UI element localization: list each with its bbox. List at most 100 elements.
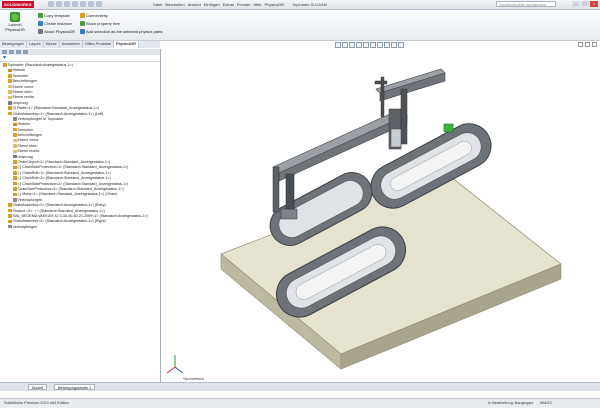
save-icon[interactable]	[64, 1, 70, 7]
tree-item-label: Sensoren	[17, 127, 34, 132]
property-manager-tab-icon[interactable]	[9, 50, 14, 54]
zoom-area-icon[interactable]	[342, 42, 348, 48]
tab[interactable]: Office-Produkte	[83, 41, 115, 48]
display-manager-tab-icon[interactable]	[23, 50, 28, 54]
tab[interactable]: Skizze	[44, 41, 60, 48]
undo-icon[interactable]	[80, 1, 86, 7]
command-label: Copy template	[44, 13, 70, 18]
ribbon-command-button[interactable]: Create instance	[38, 21, 72, 26]
tree-node-icon	[8, 203, 12, 207]
tree-item-label: Sensoren	[12, 73, 29, 78]
appearance-icon[interactable]	[384, 42, 390, 48]
tree-item[interactable]: Verknüpfungen	[0, 225, 160, 230]
configuration-tab-icon[interactable]	[16, 50, 21, 54]
doc-close-icon[interactable]	[592, 42, 597, 47]
hide-show-icon[interactable]	[377, 42, 383, 48]
tab[interactable]: Layout	[27, 41, 44, 48]
document-tab[interactable]: Bewegungsstudie 1	[54, 384, 96, 390]
tree-item-label: Ebene vorne	[17, 138, 39, 143]
command-label: Add selection as the selected physics pa…	[86, 29, 163, 34]
tree-node-icon	[8, 101, 12, 105]
menu-item[interactable]: Einfügen	[204, 1, 220, 8]
feature-tree-tab-icon[interactable]	[2, 50, 7, 54]
cad-model-view[interactable]	[161, 49, 600, 382]
command-label: About PhysicsDR	[44, 29, 76, 34]
menu-item[interactable]: Ansicht	[188, 1, 201, 8]
tree-item-label: Ursprung	[17, 154, 33, 159]
command-label: Create instance	[44, 21, 73, 26]
tree-item-label: ChainAssembly<1> (Standard<Anzeigestatus…	[12, 111, 104, 116]
command-icon	[80, 21, 85, 26]
graphics-viewport[interactable]: *Isometrisch	[161, 49, 600, 382]
print-icon[interactable]	[72, 1, 78, 7]
tab[interactable]: Auswerten	[60, 41, 83, 48]
tree-node-icon	[8, 111, 12, 116]
unit-system[interactable]: MMGS	[540, 400, 552, 407]
tree-item-label: Ebene oben	[12, 89, 33, 94]
tree-filter[interactable]: ▼	[0, 55, 160, 62]
section-view-icon[interactable]	[356, 42, 362, 48]
menu-item[interactable]: Fenster	[237, 1, 251, 8]
menu-item[interactable]: Bearbeiten	[165, 1, 184, 8]
document-tab[interactable]: Modell	[28, 384, 48, 390]
minimize-icon[interactable]: –	[572, 1, 580, 7]
command-icon	[38, 13, 43, 18]
ribbon-command-button[interactable]: About PhysicsDR	[38, 29, 75, 34]
tree-item-label: Ebene vorne	[12, 84, 34, 89]
command-icon	[80, 13, 85, 18]
tree-node-icon	[13, 138, 17, 143]
help-search-input[interactable]: SolidWorks-Hilfe durchsuchen	[496, 1, 556, 7]
doc-minimize-icon[interactable]	[578, 42, 583, 47]
tab[interactable]: Bewegungen	[0, 41, 28, 48]
scene-icon[interactable]	[391, 42, 397, 48]
options-gear-icon[interactable]	[96, 1, 102, 7]
tree-node-icon	[8, 90, 12, 94]
new-file-icon[interactable]	[48, 1, 54, 7]
doc-restore-icon[interactable]	[585, 42, 590, 47]
tab[interactable]: PhysicsDR	[114, 41, 139, 48]
view-orientation-icon[interactable]	[363, 42, 369, 48]
heads-up-view-toolbar	[335, 42, 404, 48]
menu-item[interactable]: Hilfe	[254, 1, 262, 8]
menu-item[interactable]: Datei	[153, 1, 162, 8]
tree-item-label: Beschriftungen	[12, 79, 38, 84]
menu-item[interactable]: Extras	[223, 1, 234, 8]
tree-node-icon	[13, 154, 17, 159]
ribbon-command-button[interactable]: Connectivity	[80, 13, 108, 18]
tree-node-icon	[8, 95, 12, 100]
tree-item-label: ChainSideProtection<3> (Standard<Standar…	[17, 186, 124, 191]
tree-item-label: (-) ChainRoll<2> (Standard<Standard_Anze…	[17, 176, 111, 181]
zoom-fit-icon[interactable]	[335, 42, 341, 48]
ribbon-command-button[interactable]: Show property tree	[80, 21, 120, 26]
command-label: Connectivity	[86, 13, 108, 18]
close-icon[interactable]: ×	[590, 1, 598, 7]
view-orientation-label: *Isometrisch	[183, 377, 204, 381]
tree-node-icon	[13, 176, 17, 180]
tree-item-label: Historie	[17, 122, 31, 127]
filter-funnel-icon[interactable]: ▼	[2, 55, 7, 61]
tree-node-icon	[8, 224, 12, 229]
app-logo: SOLIDWORKS	[2, 1, 34, 8]
feature-manager-tree-panel: ▼ Toploader (Standard<Anzeigestatus-1>) H…	[0, 49, 161, 382]
menu-item[interactable]: PhysicsDR	[265, 1, 285, 8]
display-style-icon[interactable]	[370, 42, 376, 48]
green-sensor-block	[443, 123, 454, 133]
tree-node-icon	[8, 74, 12, 78]
view-settings-icon[interactable]	[398, 42, 404, 48]
tree-item-label: (-) ChainSideProtection<1> (Standard<Sta…	[17, 165, 129, 170]
tree-node-icon	[13, 149, 17, 154]
tree-node-icon	[8, 84, 12, 89]
rebuild-icon[interactable]	[88, 1, 94, 7]
ribbon-command-button[interactable]: Add selection as the selected physics pa…	[80, 29, 163, 34]
document-tabs: Modell Bewegungsstudie 1	[0, 382, 600, 391]
tree-node-icon	[8, 68, 12, 73]
tree-item-label: Product <2> ~ ^ (Standard<Standard_Anzei…	[12, 208, 105, 213]
previous-view-icon[interactable]	[349, 42, 355, 48]
maximize-icon[interactable]: □	[581, 1, 589, 7]
launch-physicsdr-button[interactable]: Launch PhysicsDR	[4, 12, 26, 32]
tree-item-label: (-) Motor<1> (Standard<Standard_Anzeiges…	[17, 192, 118, 197]
open-file-icon[interactable]	[56, 1, 62, 7]
tree-item-label: (f) Platte<1> (Standard<Standard_Anzeige…	[12, 106, 100, 111]
ribbon-command-button[interactable]: Copy template	[38, 13, 70, 18]
document-title: Toploader.SLDASM	[292, 2, 327, 7]
